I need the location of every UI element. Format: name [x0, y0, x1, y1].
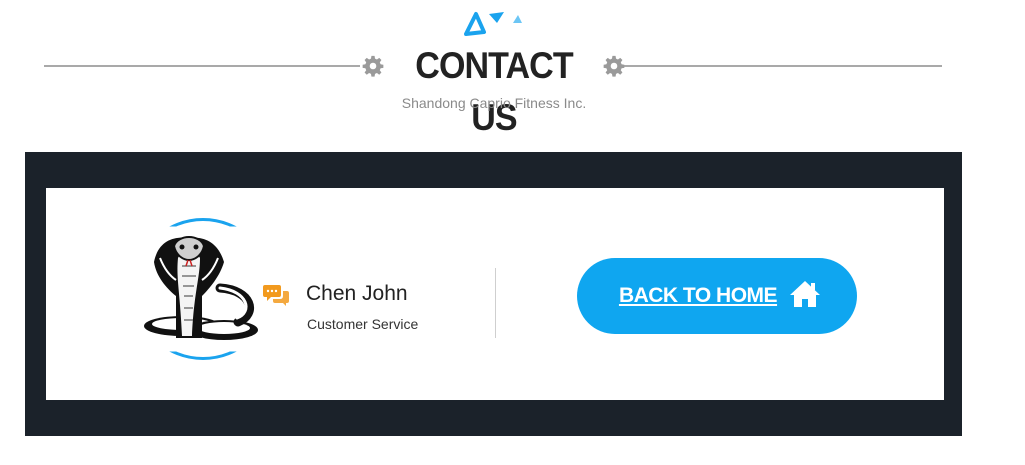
contact-page: CONTACT US Shandong Caprio Fitness Inc.: [0, 0, 1025, 465]
header-line-right: [624, 65, 942, 67]
triangles-decoration-icon: [464, 12, 522, 36]
back-to-home-label: BACK TO HOME: [618, 284, 778, 307]
contact-name: Chen John: [306, 282, 408, 305]
gear-icon: [603, 55, 625, 77]
avatar: [132, 218, 274, 360]
page-title: CONTACT US: [415, 45, 573, 138]
header-line-left: [44, 65, 360, 67]
company-subtitle: Shandong Caprio Fitness Inc.: [401, 95, 587, 111]
cobra-logo-icon: [144, 236, 258, 340]
house-icon: [790, 281, 821, 307]
gear-icon: [362, 55, 384, 77]
vertical-divider: [495, 268, 496, 338]
contact-role: Customer Service: [307, 316, 419, 332]
back-to-home-button[interactable]: BACK TO HOME: [577, 258, 857, 334]
chat-bubbles-icon[interactable]: [263, 283, 289, 307]
